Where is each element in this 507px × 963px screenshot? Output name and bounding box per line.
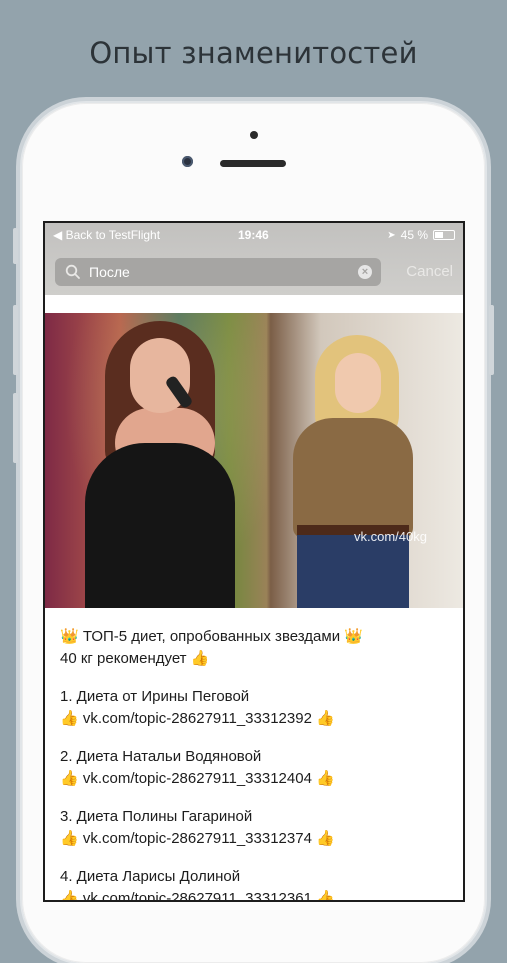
status-bar: ◀ Back to TestFlight 19:46 ➤ 45 % — [45, 228, 463, 246]
phone-side-button — [13, 393, 18, 463]
phone-front-camera — [182, 156, 193, 167]
back-to-testflight-label: Back to TestFlight — [65, 228, 161, 242]
thumbs-up-icon: 👍 — [190, 650, 210, 667]
diet-link-row: 👍 vk.com/topic-28627911_33312374 👍 — [60, 828, 456, 850]
thumbs-up-icon: 👍 — [60, 890, 79, 900]
diet-title: 2. Диета Натальи Водяновой — [60, 748, 262, 765]
post-photo[interactable]: vk.com/40kg — [45, 313, 463, 608]
list-item: 2. Диета Натальи Водяновой 👍 vk.com/topi… — [60, 746, 456, 790]
phone-sensor — [250, 131, 258, 139]
app-screen: ◀ Back to TestFlight 19:46 ➤ 45 % После … — [43, 221, 465, 902]
post-title-text: ТОП-5 диет, опробованных звездами — [82, 628, 341, 645]
woman-figure — [335, 353, 381, 413]
thumbs-up-icon: 👍 — [316, 710, 335, 727]
thumbs-up-icon: 👍 — [316, 830, 335, 847]
search-icon — [65, 264, 80, 279]
back-icon: ◀ — [53, 228, 63, 242]
singer-figure — [85, 443, 235, 608]
diet-link-row: 👍 vk.com/topic-28627911_33312392 👍 — [60, 708, 456, 730]
diet-title: 3. Диета Полины Гагариной — [60, 808, 253, 825]
battery-percent: 45 % — [400, 228, 428, 242]
woman-figure — [293, 418, 413, 538]
thumbs-up-icon: 👍 — [316, 890, 335, 900]
list-item: 3. Диета Полины Гагариной 👍 vk.com/topic… — [60, 806, 456, 850]
back-to-testflight-link[interactable]: ◀ Back to TestFlight — [53, 228, 160, 242]
diet-link[interactable]: vk.com/topic-28627911_33312374 — [83, 830, 312, 847]
post-title: 👑 ТОП-5 диет, опробованных звездами 👑 — [60, 626, 456, 648]
photo-watermark: vk.com/40kg — [354, 529, 427, 544]
diet-link-row: 👍 vk.com/topic-28627911_33312404 👍 — [60, 768, 456, 790]
woman-figure — [297, 535, 409, 608]
crown-icon: 👑 — [60, 628, 79, 645]
cancel-button[interactable]: Cancel — [406, 263, 453, 280]
list-item: 1. Диета от Ирины Пеговой 👍 vk.com/topic… — [60, 686, 456, 730]
phone-side-button — [13, 305, 18, 375]
diet-link[interactable]: vk.com/topic-28627911_33312404 — [83, 770, 312, 787]
post-subtitle: 40 кг рекомендует 👍 — [60, 648, 456, 670]
thumbs-up-icon: 👍 — [60, 770, 79, 787]
phone-speaker — [220, 160, 286, 167]
status-time: 19:46 — [238, 228, 269, 242]
search-query: После — [89, 264, 130, 280]
navigation-bar: ◀ Back to TestFlight 19:46 ➤ 45 % После … — [45, 223, 463, 295]
diet-link[interactable]: vk.com/topic-28627911_33312392 — [83, 710, 312, 727]
battery-icon — [433, 230, 455, 240]
list-item: 4. Диета Ларисы Долиной 👍 vk.com/topic-2… — [60, 866, 456, 900]
post-subtitle-text: 40 кг рекомендует — [60, 650, 187, 667]
crown-icon: 👑 — [344, 628, 363, 645]
diet-title: 1. Диета от Ирины Пеговой — [60, 688, 250, 705]
thumbs-up-icon: 👍 — [60, 830, 79, 847]
diet-link-row: 👍 vk.com/topic-28627911_33312361 👍 — [60, 888, 456, 900]
thumbs-up-icon: 👍 — [60, 710, 79, 727]
status-indicators: ➤ 45 % — [387, 228, 455, 242]
phone-side-button — [13, 228, 18, 264]
promo-headline: Опыт знаменитостей — [89, 36, 418, 70]
battery-level — [435, 232, 444, 238]
location-icon: ➤ — [387, 229, 396, 241]
clear-search-icon[interactable]: × — [358, 265, 372, 279]
post-text: 👑 ТОП-5 диет, опробованных звездами 👑 40… — [60, 626, 456, 900]
thumbs-up-icon: 👍 — [316, 770, 335, 787]
diet-link[interactable]: vk.com/topic-28627911_33312361 — [83, 890, 312, 900]
diet-title: 4. Диета Ларисы Долиной — [60, 868, 241, 885]
search-input[interactable]: После × — [55, 258, 381, 286]
phone-side-button — [489, 305, 494, 375]
